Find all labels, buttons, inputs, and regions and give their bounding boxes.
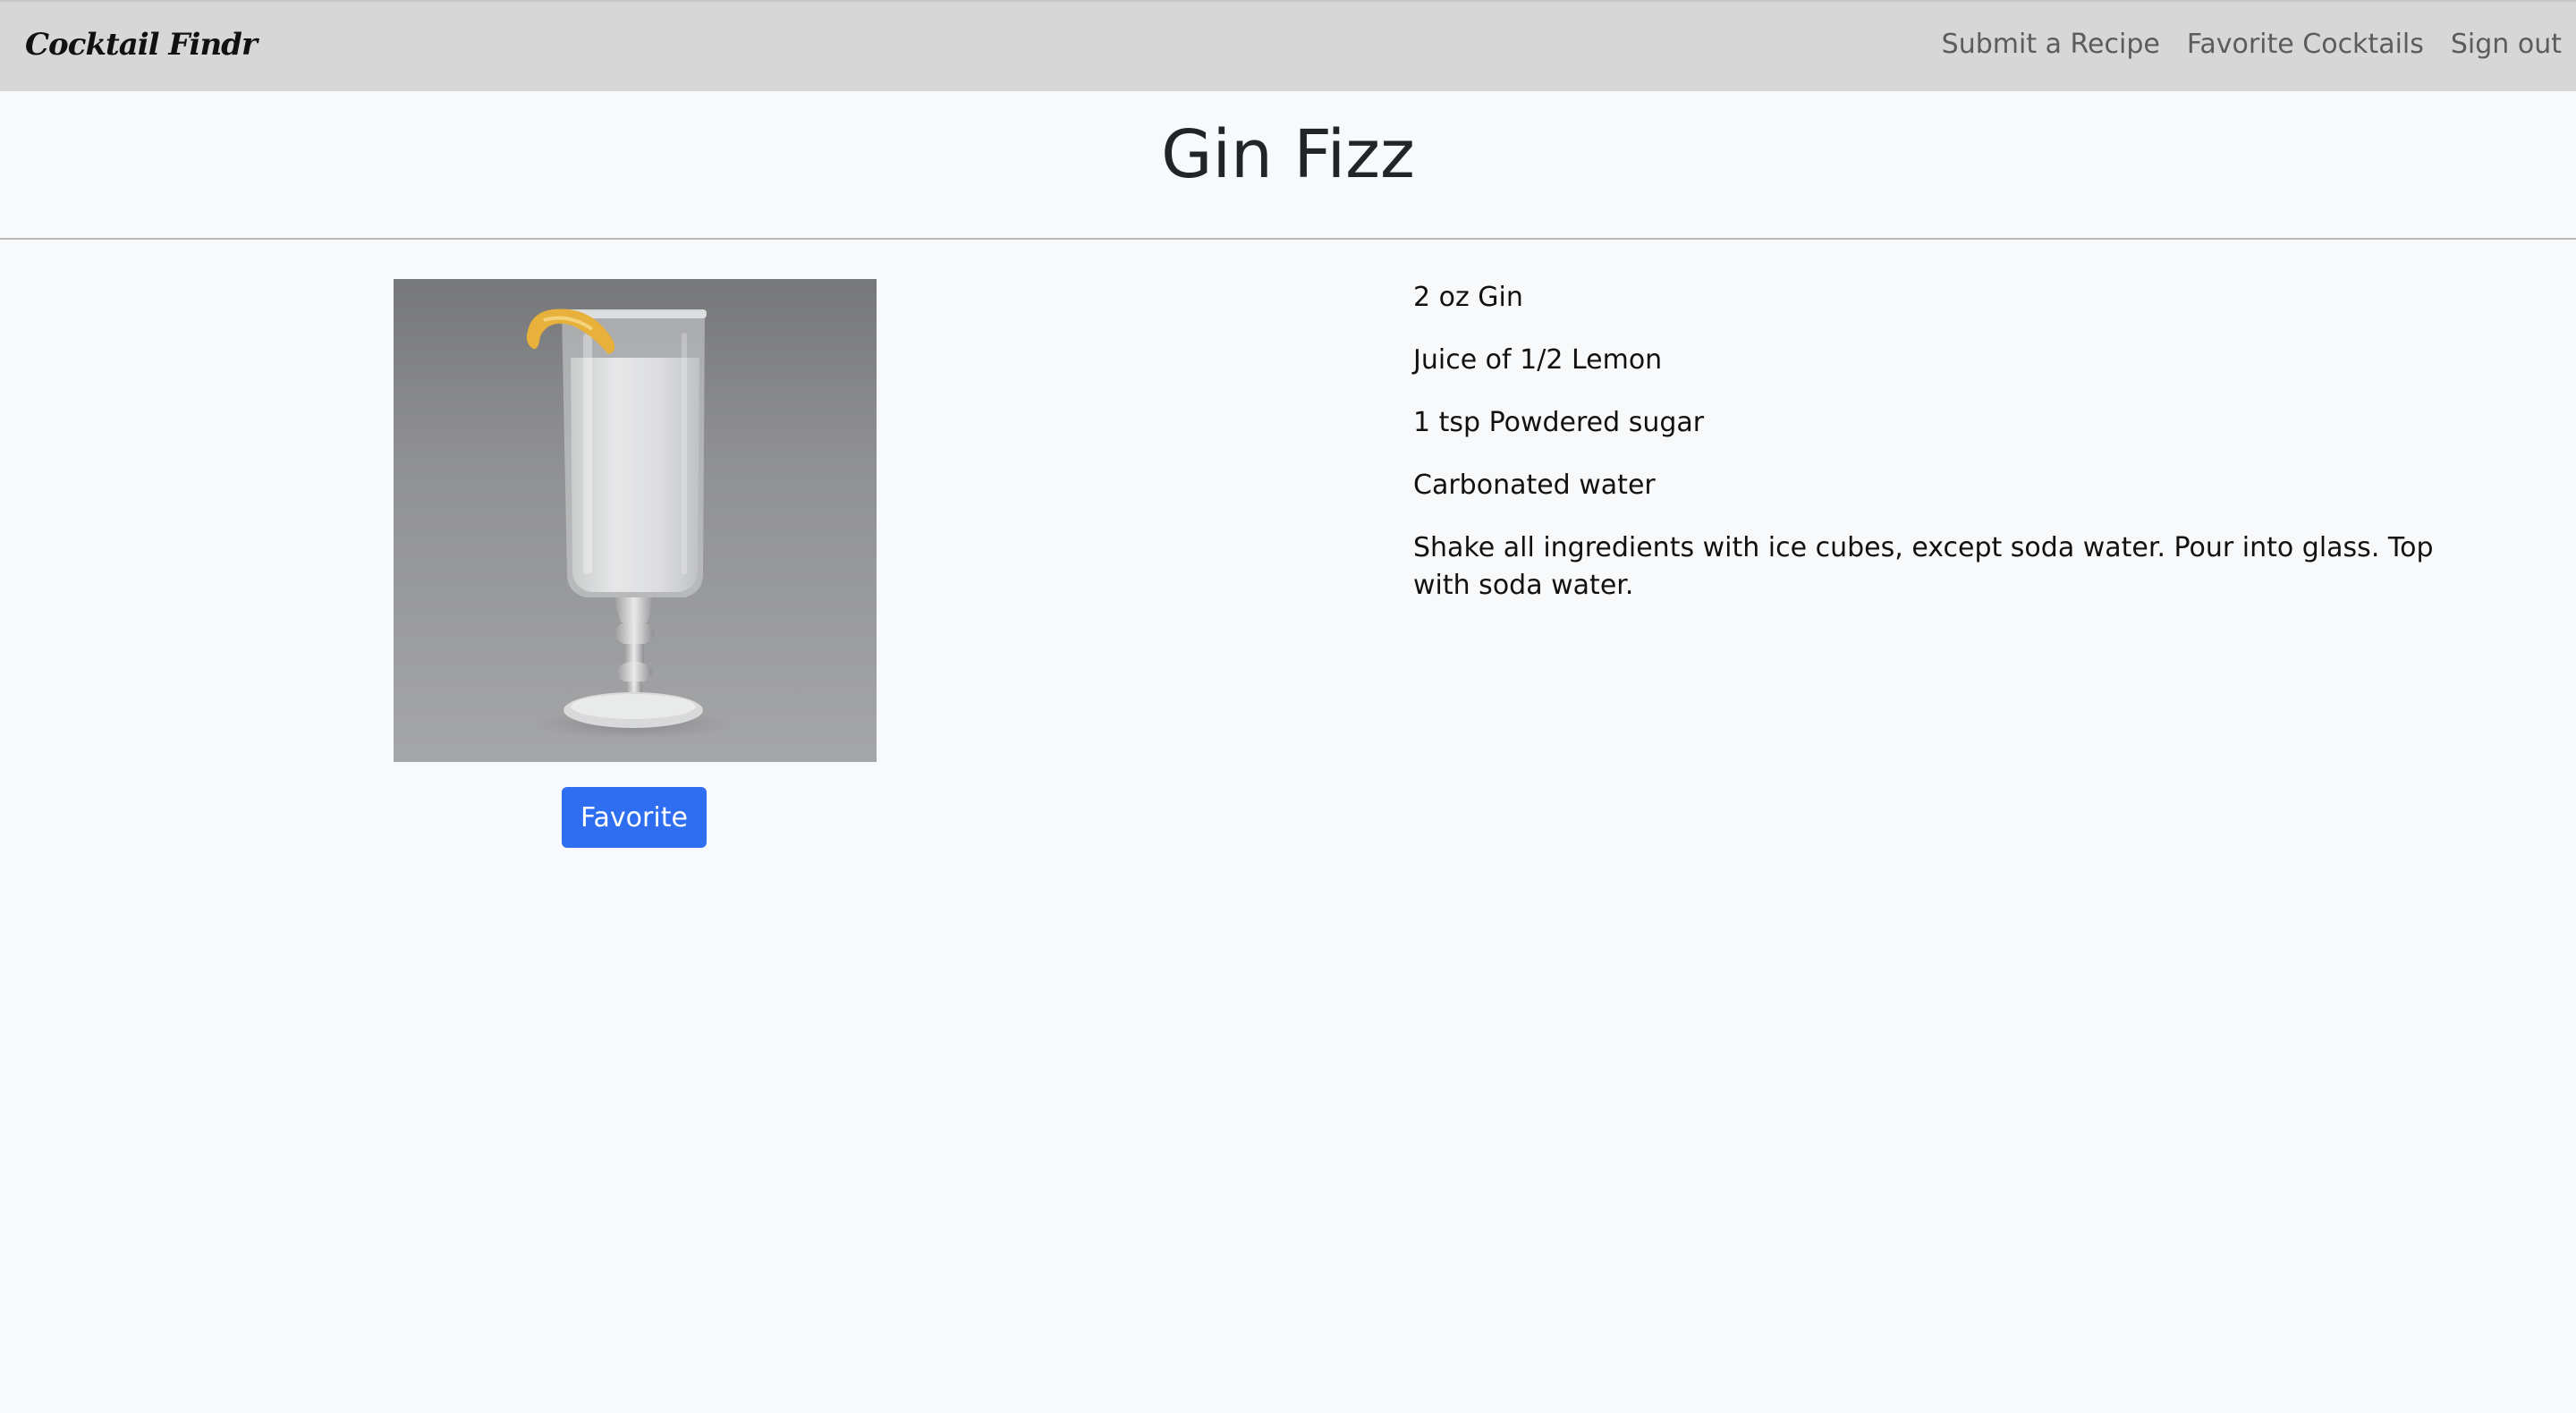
- nav-links: Submit a Recipe Favorite Cocktails Sign …: [1942, 29, 2562, 60]
- cocktail-glass-illustration: [526, 309, 732, 739]
- ingredient-item: 1 tsp Powdered sugar: [1413, 407, 1705, 438]
- brand-logo[interactable]: Cocktail Findr: [25, 27, 258, 63]
- instructions-text: Shake all ingredients with ice cubes, ex…: [1413, 532, 2434, 601]
- divider: [0, 238, 2576, 240]
- cocktail-image: [394, 279, 877, 762]
- nav-link-submit-recipe[interactable]: Submit a Recipe: [1942, 29, 2160, 60]
- favorite-button[interactable]: Favorite: [562, 787, 707, 848]
- navbar: Cocktail Findr Submit a Recipe Favorite …: [0, 0, 2576, 91]
- ingredient-item: 2 oz Gin: [1413, 282, 1523, 313]
- nav-link-favorite-cocktails[interactable]: Favorite Cocktails: [2187, 29, 2424, 60]
- page-title: Gin Fizz: [1161, 116, 1415, 193]
- ingredient-item: Juice of 1/2 Lemon: [1413, 344, 1663, 376]
- ingredient-item: Carbonated water: [1413, 470, 1656, 501]
- nav-link-sign-out[interactable]: Sign out: [2451, 29, 2562, 60]
- recipe-details: 2 oz Gin Juice of 1/2 Lemon 1 tsp Powder…: [1413, 279, 2469, 605]
